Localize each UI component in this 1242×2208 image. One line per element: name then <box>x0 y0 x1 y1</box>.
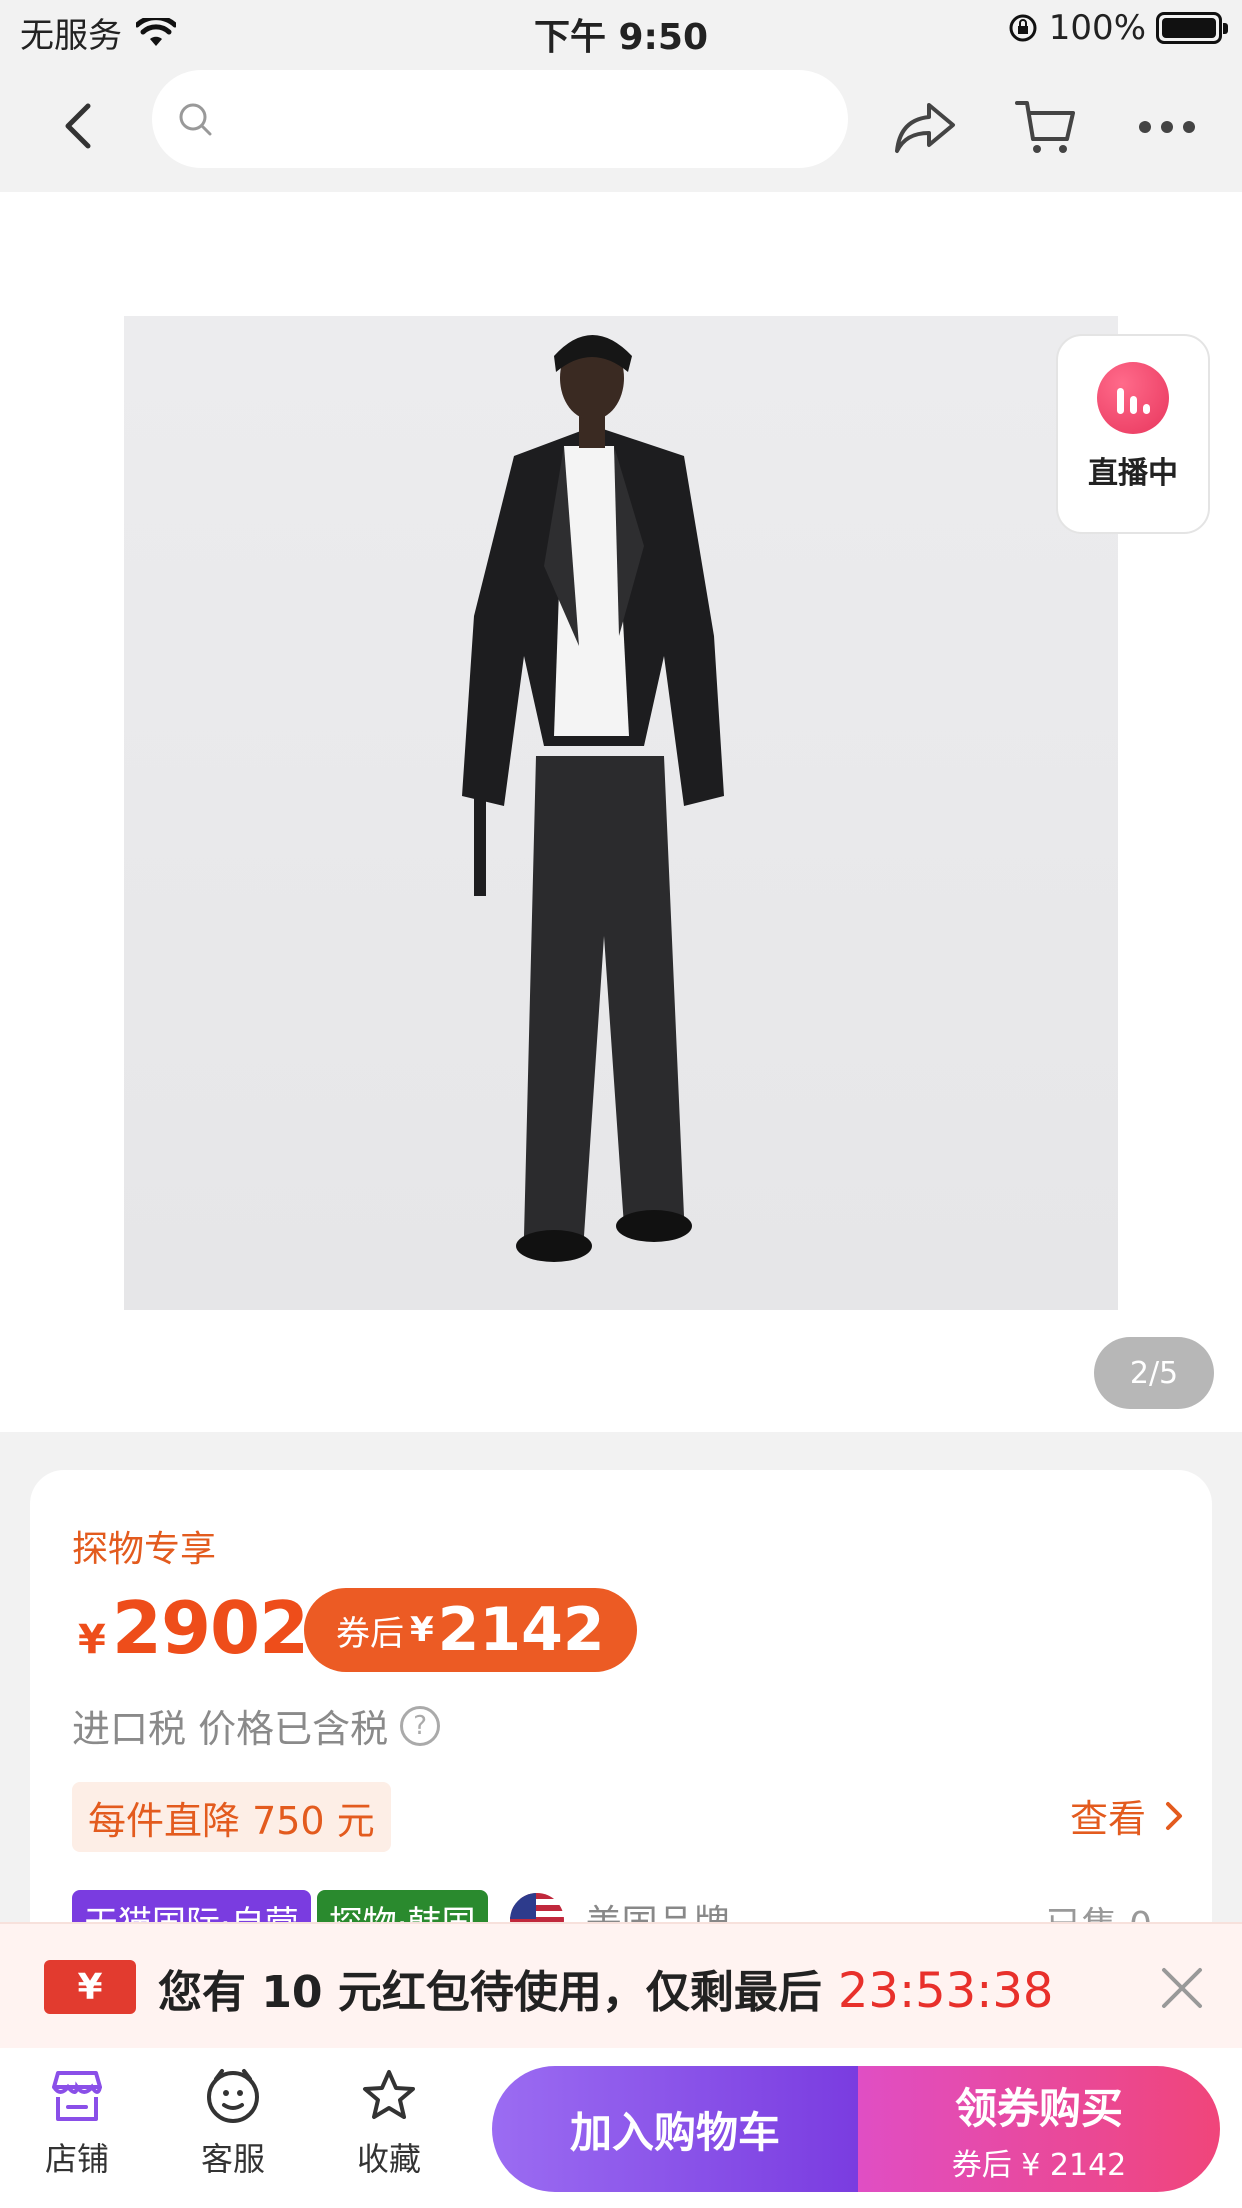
shop-tab[interactable]: 店铺 <box>22 2066 132 2180</box>
product-photo[interactable] <box>124 316 1118 1310</box>
nav-bar <box>0 62 1242 192</box>
close-banner-button[interactable] <box>1158 1964 1206 2012</box>
currency-symbol: ¥ <box>78 1617 106 1663</box>
price-value: 2902 <box>111 1586 309 1670</box>
image-pager: 2/5 <box>1094 1337 1214 1409</box>
shop-label: 店铺 <box>44 2140 109 2178</box>
close-icon <box>1162 1968 1202 2008</box>
rotation-lock-icon <box>1009 14 1037 42</box>
more-icon <box>1139 121 1195 133</box>
coupon-price: 2142 <box>437 1595 605 1665</box>
red-packet-text: 您有 10 元红包待使用，仅剩最后 <box>158 1967 822 2018</box>
battery-icon <box>1156 12 1228 44</box>
star-icon <box>359 2066 419 2126</box>
model-figure <box>462 335 724 1262</box>
coupon-currency: ¥ <box>410 1610 434 1650</box>
tax-note: 进口税 价格已含税 ? <box>72 1698 441 1753</box>
live-stream-badge[interactable]: 直播中 <box>1056 334 1210 534</box>
search-icon <box>179 103 212 136</box>
share-icon <box>895 103 955 153</box>
service-label: 客服 <box>200 2140 265 2178</box>
promo-label: 探物专享 <box>72 1529 217 1570</box>
more-button[interactable] <box>1132 92 1202 162</box>
shop-icon <box>47 2066 107 2126</box>
red-packet-message: 您有 10 元红包待使用，仅剩最后 23:53:38 <box>158 1956 1053 2020</box>
coupon-price-pill[interactable]: 券后 ¥ 2142 <box>304 1588 637 1672</box>
search-input[interactable] <box>152 70 848 168</box>
original-price: ¥ 2902 <box>78 1586 309 1670</box>
favorite-tab[interactable]: 收藏 <box>334 2066 444 2180</box>
buy-with-coupon-button[interactable]: 领券购买 券后 ¥ 2142 <box>858 2066 1220 2192</box>
battery-percent: 100% <box>1048 8 1146 48</box>
share-button[interactable] <box>890 92 960 162</box>
view-label: 查看 <box>1069 1797 1146 1841</box>
coupon-label: 券后 <box>336 1613 404 1654</box>
chevron-right-icon <box>1166 1801 1182 1830</box>
help-icon[interactable]: ? <box>400 1705 441 1746</box>
red-packet-icon: ¥ <box>44 1960 136 2014</box>
discount-tag: 每件直降 750 元 <box>72 1782 391 1852</box>
view-discount-link[interactable]: 查看 <box>1070 1788 1184 1843</box>
customer-service-icon <box>203 2066 263 2126</box>
tax-text: 进口税 价格已含税 <box>72 1707 389 1751</box>
service-tab[interactable]: 客服 <box>178 2066 288 2180</box>
red-packet-banner[interactable]: ¥ 您有 10 元红包待使用，仅剩最后 23:53:38 <box>0 1922 1242 2048</box>
product-gallery[interactable]: 直播中 2/5 <box>0 192 1242 1432</box>
countdown-timer: 23:53:38 <box>837 1963 1054 2019</box>
price-card: 探物专享 ¥ 2902 券后 ¥ 2142 进口税 价格已含税 ? 每件直降 7… <box>30 1470 1212 1970</box>
bottom-action-bar: 店铺 客服 收藏 加入购物车 领券购买 券后 ¥ 2142 <box>0 2048 1242 2208</box>
cart-icon <box>1015 101 1075 153</box>
buy-label: 领券购买 <box>954 2083 1123 2133</box>
add-to-cart-label: 加入购物车 <box>569 2107 780 2157</box>
chevron-left-icon <box>65 103 91 149</box>
cart-button[interactable] <box>1010 92 1080 162</box>
status-bar: 无服务 下午 9:50 100% <box>0 0 1242 62</box>
favorite-label: 收藏 <box>356 2140 421 2178</box>
add-to-cart-button[interactable]: 加入购物车 <box>492 2066 858 2192</box>
back-button[interactable] <box>50 96 110 156</box>
buy-sub-label: 券后 ¥ 2142 <box>951 2147 1127 2183</box>
live-icon <box>1097 362 1169 434</box>
live-label: 直播中 <box>1088 456 1178 491</box>
